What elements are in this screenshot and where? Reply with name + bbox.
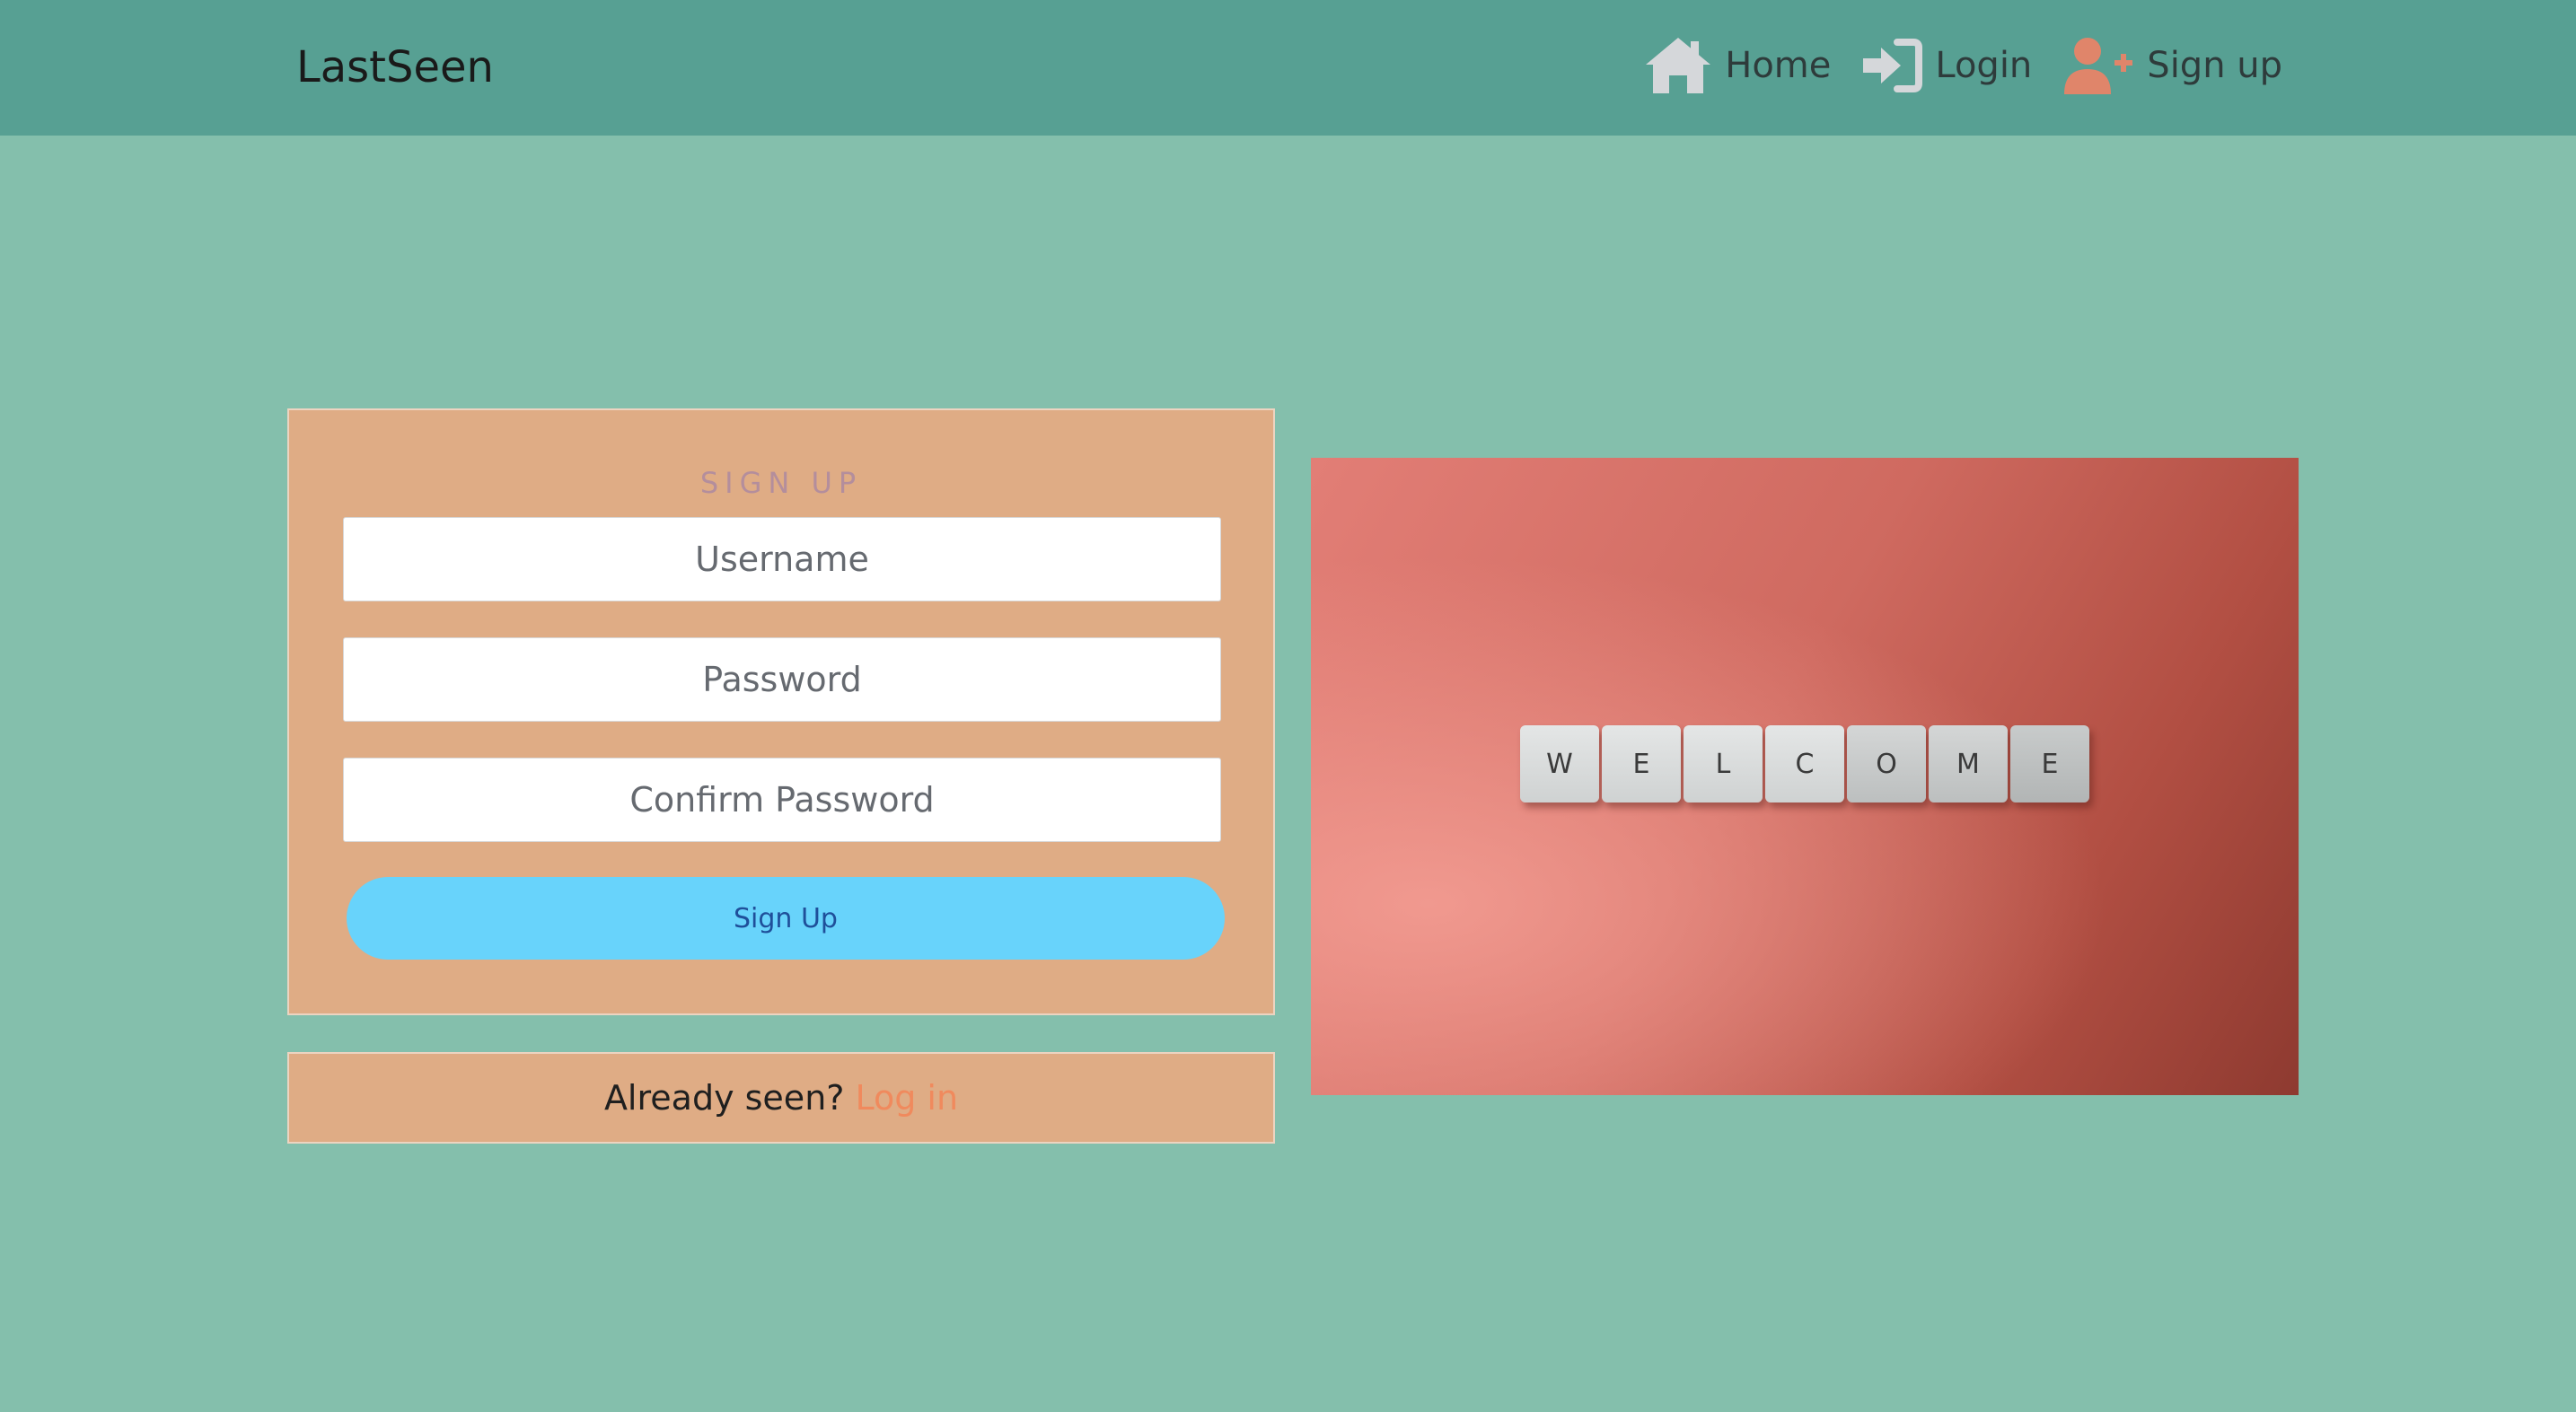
- signup-card: SIGN UP Sign Up: [287, 408, 1275, 1015]
- login-prompt-text: Already seen?: [603, 1078, 845, 1118]
- nav-links: Home Login Sign up: [1644, 32, 2282, 99]
- user-plus-icon: [2062, 35, 2134, 96]
- letter-tile: L: [1684, 725, 1763, 802]
- letter-tile: E: [2010, 725, 2089, 802]
- username-input[interactable]: [343, 517, 1221, 601]
- home-icon: [1644, 36, 1712, 95]
- nav-signup-label: Sign up: [2147, 45, 2282, 86]
- letter-tile: C: [1765, 725, 1844, 802]
- nav-home-link[interactable]: Home: [1644, 36, 1831, 95]
- letter-tile: E: [1602, 725, 1681, 802]
- welcome-image: W E L C O M E: [1311, 458, 2299, 1095]
- login-prompt-card: Already seen? Log in: [287, 1052, 1275, 1144]
- brand-logo[interactable]: LastSeen: [296, 36, 494, 99]
- welcome-tiles: W E L C O M E: [1520, 725, 2089, 802]
- nav-login-link[interactable]: Login: [1861, 39, 2032, 92]
- confirm-password-input[interactable]: [343, 758, 1221, 842]
- nav-home-label: Home: [1725, 45, 1832, 86]
- sign-up-button[interactable]: Sign Up: [347, 877, 1225, 960]
- letter-tile: M: [1929, 725, 2008, 802]
- nav-signup-link[interactable]: Sign up: [2062, 35, 2282, 96]
- login-link[interactable]: Log in: [855, 1078, 958, 1118]
- nav-login-label: Login: [1935, 45, 2033, 86]
- login-icon: [1861, 39, 1923, 92]
- navbar: LastSeen Home Login Sign up: [0, 0, 2576, 136]
- password-input[interactable]: [343, 637, 1221, 722]
- letter-tile: W: [1520, 725, 1599, 802]
- signup-title: SIGN UP: [699, 466, 863, 500]
- letter-tile: O: [1847, 725, 1926, 802]
